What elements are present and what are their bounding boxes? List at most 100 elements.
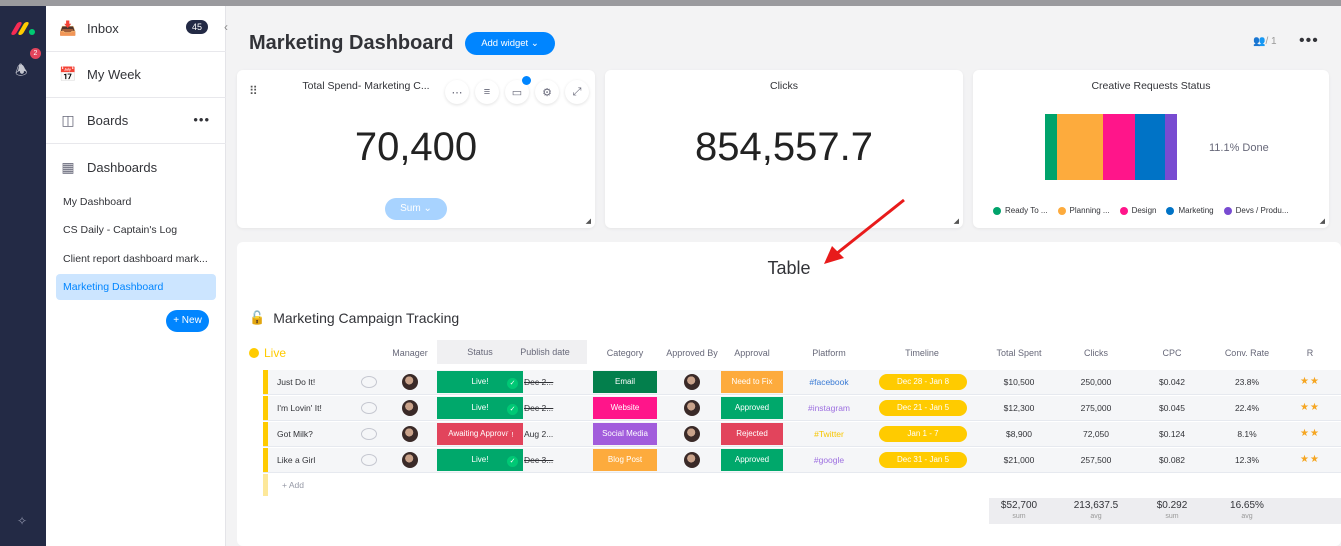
approved-by-avatar[interactable] <box>684 374 700 390</box>
item-name[interactable]: Like a Girl <box>263 448 363 472</box>
total-spent-cell[interactable]: $21,000 <box>979 448 1059 472</box>
sidebar-item-my-week[interactable]: 📅 My Week <box>46 52 226 98</box>
column-header[interactable]: Conv. Rate <box>1207 348 1287 358</box>
monday-logo[interactable] <box>10 20 36 36</box>
more-options-icon[interactable]: ••• <box>1299 32 1319 50</box>
cpc-cell[interactable]: $0.124 <box>1137 422 1207 446</box>
sidebar-item-boards[interactable]: ◫ Boards ••• <box>46 98 226 144</box>
approval-label[interactable]: Need to Fix <box>721 371 783 393</box>
table-row[interactable]: Like a Girl Live! ✓ Dec 3... Blog Post Approv… <box>263 448 1341 473</box>
approved-by-avatar[interactable] <box>684 400 700 416</box>
approval-label[interactable]: Approved <box>721 397 783 419</box>
dashboard-item-client-report[interactable]: Client report dashboard mark... <box>56 246 216 272</box>
clicks-cell[interactable]: 257,500 <box>1057 448 1135 472</box>
widget-total-spend[interactable]: ⠿ Total Spend- Marketing C... ⋯ ≡ ▭ ⚙ ⤢ … <box>237 70 595 228</box>
publish-date-cell[interactable]: ✓ Dec 2... <box>507 396 591 420</box>
group-collapse-icon[interactable] <box>249 348 259 358</box>
clicks-cell[interactable]: 275,000 <box>1057 396 1135 420</box>
dashboard-item-marketing-dashboard[interactable]: Marketing Dashboard <box>56 274 216 300</box>
column-header[interactable]: Approved By <box>653 348 731 358</box>
conv-rate-cell[interactable]: 12.3% <box>1207 448 1287 472</box>
table-row[interactable]: I'm Lovin' It! Live! ✓ Dec 2... Website Appro… <box>263 396 1341 421</box>
item-name[interactable]: Just Do It! <box>263 370 363 394</box>
notifications-bell-icon[interactable]: 🕭 <box>15 60 31 78</box>
rating-stars[interactable]: ★★ <box>1295 370 1325 394</box>
platform-tag[interactable]: #google <box>789 448 869 472</box>
timeline-bar[interactable]: Dec 31 - Jan 5 <box>879 452 967 468</box>
rating-stars[interactable]: ★★ <box>1295 396 1325 420</box>
table-row[interactable]: Got Milk? Awaiting Approval! Aug 2... Socia… <box>263 422 1341 447</box>
comment-bubble-icon[interactable] <box>361 428 377 440</box>
approved-by-avatar[interactable] <box>684 426 700 442</box>
sidebar-item-dashboards[interactable]: ▦ Dashboards <box>46 144 226 190</box>
platform-tag[interactable]: #instagram <box>789 396 869 420</box>
column-header[interactable]: Approval <box>721 348 783 358</box>
item-name[interactable]: I'm Lovin' It! <box>263 396 363 420</box>
total-spent-cell[interactable]: $12,300 <box>979 396 1059 420</box>
integrations-icon[interactable]: ✧ <box>17 514 27 528</box>
clicks-cell[interactable]: 72,050 <box>1057 422 1135 446</box>
publish-date-cell[interactable]: ! Aug 2... <box>507 422 591 446</box>
add-widget-button[interactable]: Add widget ⌄ <box>465 32 555 55</box>
table-row[interactable]: Just Do It! Live! ✓ Dec 2... Email Need to Fi… <box>263 370 1341 395</box>
category-label[interactable]: Website <box>593 397 657 419</box>
more-icon[interactable]: ⋯ <box>445 80 469 104</box>
cpc-cell[interactable]: $0.082 <box>1137 448 1207 472</box>
widget-creative-requests-status[interactable]: Creative Requests Status 11.1% Done Read… <box>973 70 1329 228</box>
column-header[interactable]: Manager <box>385 348 435 358</box>
boards-more-icon[interactable]: ••• <box>193 112 210 127</box>
timeline-bar[interactable]: Dec 28 - Jan 8 <box>879 374 967 390</box>
sidebar-item-inbox[interactable]: 📥 Inbox 45 ‹ <box>46 6 228 52</box>
column-header[interactable]: Timeline <box>867 348 977 358</box>
comment-bubble-icon[interactable] <box>361 454 377 466</box>
members-indicator[interactable]: 👥/ 1 <box>1253 36 1277 47</box>
column-header[interactable]: CPC <box>1137 348 1207 358</box>
resize-handle-icon[interactable]: ◢ <box>586 217 591 225</box>
resize-handle-icon[interactable]: ◢ <box>954 217 959 225</box>
resize-handle-icon[interactable]: ◢ <box>1320 217 1325 225</box>
platform-tag[interactable]: #facebook <box>789 370 869 394</box>
conv-rate-cell[interactable]: 23.8% <box>1207 370 1287 394</box>
column-header[interactable]: Total Spent <box>979 348 1059 358</box>
total-spent-cell[interactable]: $8,900 <box>979 422 1059 446</box>
settings-gear-icon[interactable]: ⚙ <box>535 80 559 104</box>
new-dashboard-button[interactable]: + New <box>166 310 209 332</box>
manager-avatar[interactable] <box>402 374 418 390</box>
column-header[interactable]: Platform <box>789 348 869 358</box>
platform-tag[interactable]: #Twitter <box>789 422 869 446</box>
cpc-cell[interactable]: $0.042 <box>1137 370 1207 394</box>
fullscreen-icon[interactable]: ⤢ <box>565 80 589 104</box>
publish-date-cell[interactable]: ✓ Dec 2... <box>507 370 591 394</box>
filter-icon[interactable]: ≡ <box>475 80 499 104</box>
manager-avatar[interactable] <box>402 400 418 416</box>
column-header[interactable]: Publish date <box>503 340 587 364</box>
board-name[interactable]: 🔓 Marketing Campaign Tracking <box>249 310 459 326</box>
manager-avatar[interactable] <box>402 426 418 442</box>
group-header[interactable]: Live <box>249 346 286 360</box>
item-name[interactable]: Got Milk? <box>263 422 363 446</box>
timeline-bar[interactable]: Jan 1 - 7 <box>879 426 967 442</box>
manager-avatar[interactable] <box>402 452 418 468</box>
board-filter-icon[interactable]: ▭ <box>505 76 531 104</box>
dashboard-item-cs-daily[interactable]: CS Daily - Captain's Log <box>56 217 216 243</box>
category-label[interactable]: Email <box>593 371 657 393</box>
category-label[interactable]: Blog Post <box>593 449 657 471</box>
dashboard-item-my-dashboard[interactable]: My Dashboard <box>56 189 216 215</box>
rating-stars[interactable]: ★★ <box>1295 422 1325 446</box>
clicks-cell[interactable]: 250,000 <box>1057 370 1135 394</box>
comment-bubble-icon[interactable] <box>361 402 377 414</box>
rating-stars[interactable]: ★★ <box>1295 448 1325 472</box>
column-header[interactable]: Clicks <box>1057 348 1135 358</box>
approved-by-avatar[interactable] <box>684 452 700 468</box>
approval-label[interactable]: Approved <box>721 449 783 471</box>
aggregation-dropdown[interactable]: Sum ⌄ <box>385 198 447 220</box>
category-label[interactable]: Social Media <box>593 423 657 445</box>
add-item-row[interactable]: + Add <box>263 474 1341 496</box>
comment-bubble-icon[interactable] <box>361 376 377 388</box>
total-spent-cell[interactable]: $10,500 <box>979 370 1059 394</box>
cpc-cell[interactable]: $0.045 <box>1137 396 1207 420</box>
column-header[interactable]: R <box>1295 348 1325 358</box>
approval-label[interactable]: Rejected <box>721 423 783 445</box>
column-header[interactable]: Category <box>593 348 657 358</box>
publish-date-cell[interactable]: ✓ Dec 3... <box>507 448 591 472</box>
